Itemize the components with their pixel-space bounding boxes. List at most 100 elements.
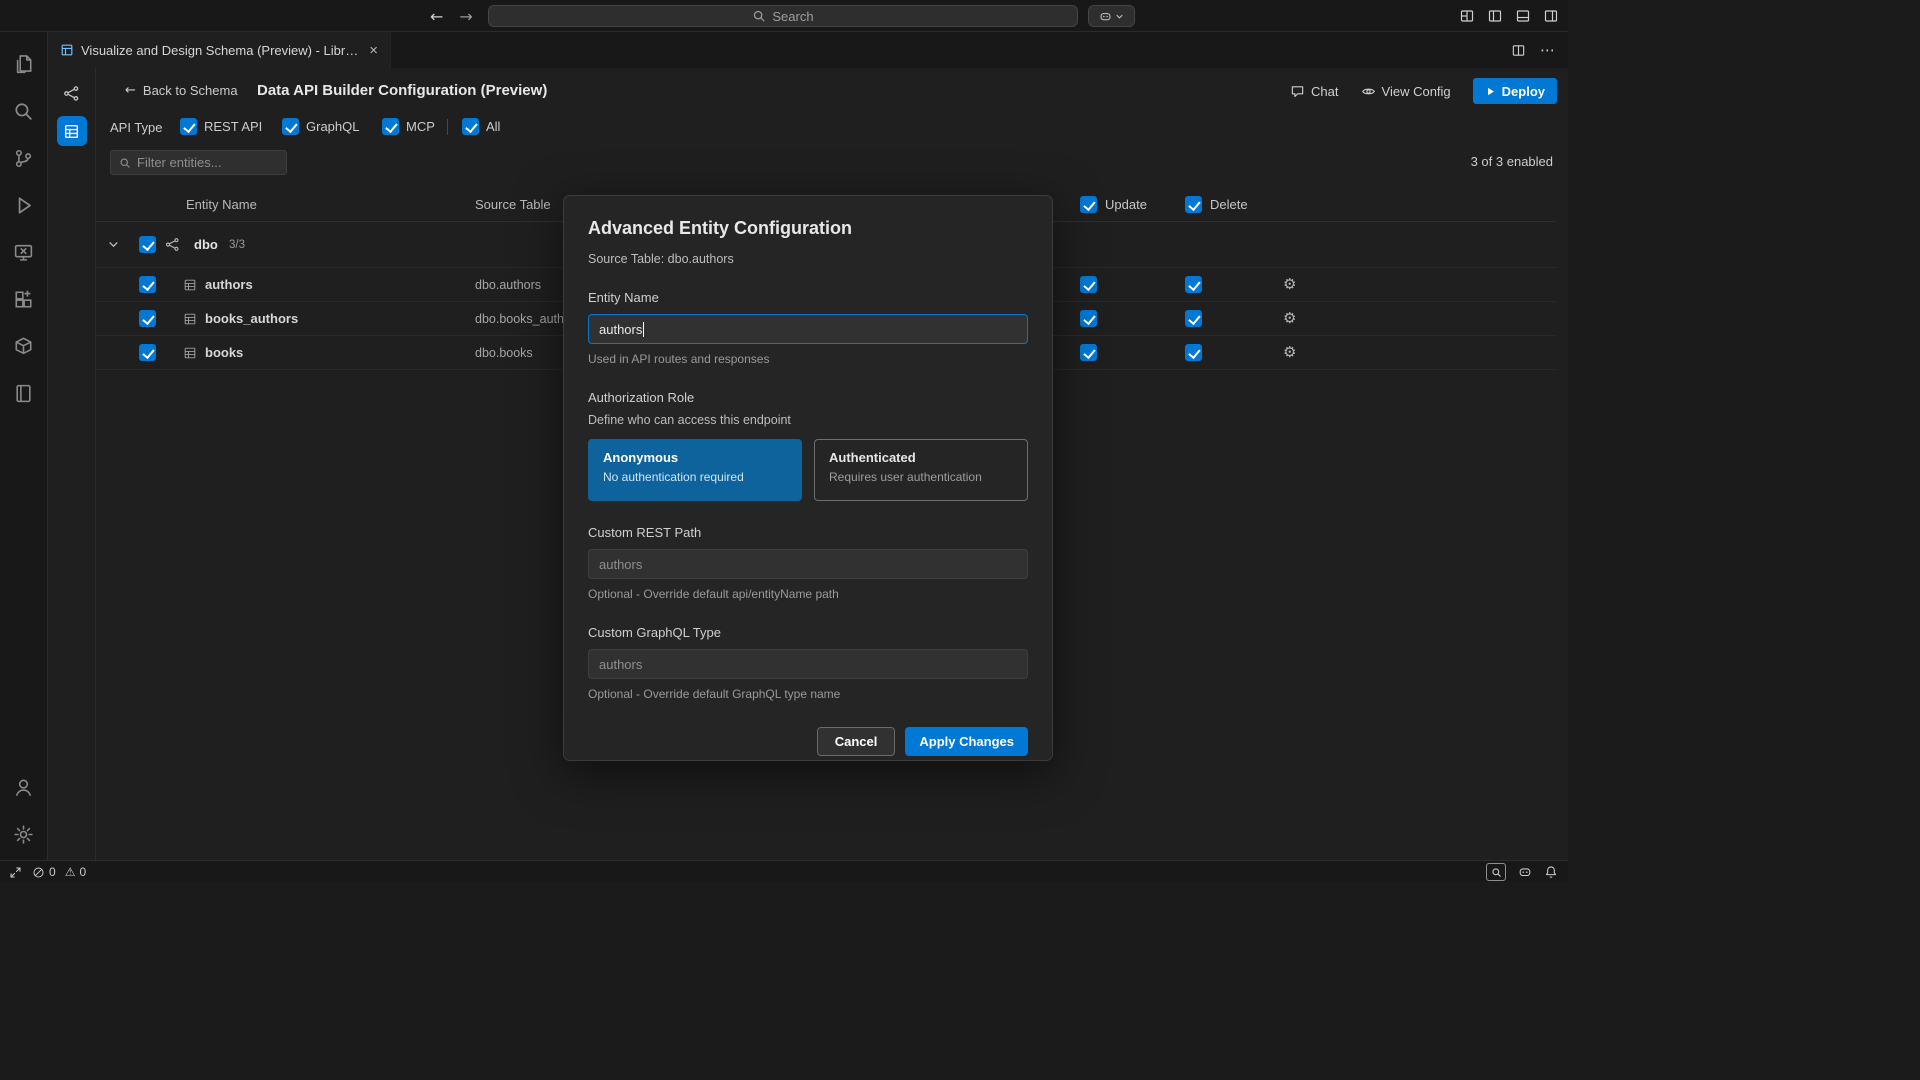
role-description: Requires user authentication <box>829 470 1013 484</box>
search-icon[interactable] <box>0 88 48 135</box>
cancel-button[interactable]: Cancel <box>817 727 896 756</box>
row-checkbox[interactable] <box>139 344 156 361</box>
explorer-icon[interactable] <box>0 41 48 88</box>
entity-name-field[interactable]: authors <box>588 314 1028 344</box>
rest-path-placeholder: authors <box>599 557 642 572</box>
delete-checkbox[interactable] <box>1185 344 1202 361</box>
mcp-filter[interactable]: MCP <box>382 118 435 135</box>
group-name: dbo <box>194 237 218 252</box>
col-update: Update <box>1080 196 1147 213</box>
rest-api-label: REST API <box>204 119 262 134</box>
back-to-schema-link[interactable]: ← Back to Schema <box>125 83 238 98</box>
problems-indicator[interactable]: 0 ⚠ 0 <box>32 865 86 879</box>
all-filter[interactable]: All <box>462 118 500 135</box>
graphql-type-field[interactable]: authors <box>588 649 1028 679</box>
settings-gear-icon[interactable] <box>0 811 48 858</box>
vscode-window: ← → Search V <box>0 0 1568 882</box>
table-icon <box>183 346 197 360</box>
entity-settings-icon[interactable]: ⚙ <box>1283 309 1296 329</box>
rest-api-checkbox[interactable] <box>180 118 197 135</box>
entity-source: dbo.authors <box>475 278 541 292</box>
back-label: Back to Schema <box>143 83 238 98</box>
remote-indicator-icon[interactable] <box>9 866 22 879</box>
split-editor-icon[interactable] <box>1511 43 1526 58</box>
col-delete: Delete <box>1185 196 1248 213</box>
source-control-icon[interactable] <box>0 135 48 182</box>
schema-icon <box>165 237 180 252</box>
more-actions-icon[interactable]: ⋯ <box>1540 41 1556 59</box>
mcp-label: MCP <box>406 119 435 134</box>
deploy-label: Deploy <box>1502 84 1545 99</box>
table-icon <box>183 278 197 292</box>
toggle-primary-sidebar-icon[interactable] <box>1487 8 1503 24</box>
role-option-authenticated[interactable]: Authenticated Requires user authenticati… <box>814 439 1028 501</box>
entity-settings-icon[interactable]: ⚙ <box>1283 343 1296 363</box>
history-forward-icon[interactable]: → <box>459 7 472 26</box>
toggle-secondary-sidebar-icon[interactable] <box>1543 8 1559 24</box>
copilot-menu[interactable] <box>1088 5 1135 27</box>
notebooks-icon[interactable] <box>0 370 48 417</box>
rest-path-hint: Optional - Override default api/entityNa… <box>588 587 1028 601</box>
page-header: ← Back to Schema Data API Builder Config… <box>96 76 1568 110</box>
update-checkbox[interactable] <box>1080 344 1097 361</box>
customize-layout-icon[interactable] <box>1459 8 1475 24</box>
delete-all-checkbox[interactable] <box>1185 196 1202 213</box>
page-title: Data API Builder Configuration (Preview) <box>257 82 547 99</box>
status-bar: 0 ⚠ 0 <box>0 860 1568 882</box>
row-checkbox[interactable] <box>139 276 156 293</box>
arrow-left-icon: ← <box>125 83 136 98</box>
row-checkbox[interactable] <box>139 310 156 327</box>
graphql-type-placeholder: authors <box>599 657 642 672</box>
update-checkbox[interactable] <box>1080 276 1097 293</box>
chevron-down-icon[interactable] <box>108 239 119 250</box>
command-center-search[interactable]: Search <box>488 5 1078 27</box>
group-checkbox[interactable] <box>139 236 156 253</box>
col-source-table: Source Table <box>475 197 551 212</box>
toggle-panel-icon[interactable] <box>1515 8 1531 24</box>
entity-name-label: Entity Name <box>588 290 1028 305</box>
apply-changes-button[interactable]: Apply Changes <box>905 727 1028 756</box>
graphql-checkbox[interactable] <box>282 118 299 135</box>
entity-name: books <box>205 345 243 360</box>
chat-button[interactable]: Chat <box>1290 84 1338 99</box>
zoom-indicator[interactable] <box>1486 863 1506 881</box>
rest-api-filter[interactable]: REST API <box>180 118 262 135</box>
entity-settings-icon[interactable]: ⚙ <box>1283 275 1296 295</box>
history-back-icon[interactable]: ← <box>430 7 443 26</box>
filter-entities-field[interactable] <box>110 150 287 175</box>
mcp-checkbox[interactable] <box>382 118 399 135</box>
account-icon[interactable] <box>0 764 48 811</box>
search-placeholder: Search <box>772 9 813 24</box>
remote-explorer-icon[interactable] <box>0 229 48 276</box>
filter-entities-input[interactable] <box>137 155 267 170</box>
table-icon <box>183 312 197 326</box>
notifications-bell-icon[interactable] <box>1544 865 1558 879</box>
copilot-status-icon[interactable] <box>1518 865 1532 879</box>
eye-icon <box>1361 84 1376 99</box>
graphql-filter[interactable]: GraphQL <box>282 118 359 135</box>
extensions-icon[interactable] <box>0 276 48 323</box>
rest-path-field[interactable]: authors <box>588 549 1028 579</box>
chevron-down-icon <box>1115 12 1124 21</box>
role-option-anonymous[interactable]: Anonymous No authentication required <box>588 439 802 501</box>
run-debug-icon[interactable] <box>0 182 48 229</box>
graphql-type-hint: Optional - Override default GraphQL type… <box>588 687 1028 701</box>
view-config-button[interactable]: View Config <box>1361 84 1451 99</box>
all-checkbox[interactable] <box>462 118 479 135</box>
database-projects-icon[interactable] <box>0 323 48 370</box>
tab-close-icon[interactable]: × <box>369 43 378 58</box>
update-checkbox[interactable] <box>1080 310 1097 327</box>
all-label: All <box>486 119 500 134</box>
dab-config-icon[interactable] <box>57 116 87 146</box>
delete-checkbox[interactable] <box>1185 310 1202 327</box>
col-entity-name: Entity Name <box>186 197 257 212</box>
role-title: Authenticated <box>829 450 1013 465</box>
delete-checkbox[interactable] <box>1185 276 1202 293</box>
divider <box>447 119 448 135</box>
update-all-checkbox[interactable] <box>1080 196 1097 213</box>
deploy-button[interactable]: Deploy <box>1473 78 1557 104</box>
tab-visualize-schema[interactable]: Visualize and Design Schema (Preview) - … <box>48 32 391 68</box>
activity-bar <box>0 32 48 860</box>
search-icon <box>752 9 766 23</box>
schema-designer-icon[interactable] <box>57 78 87 108</box>
